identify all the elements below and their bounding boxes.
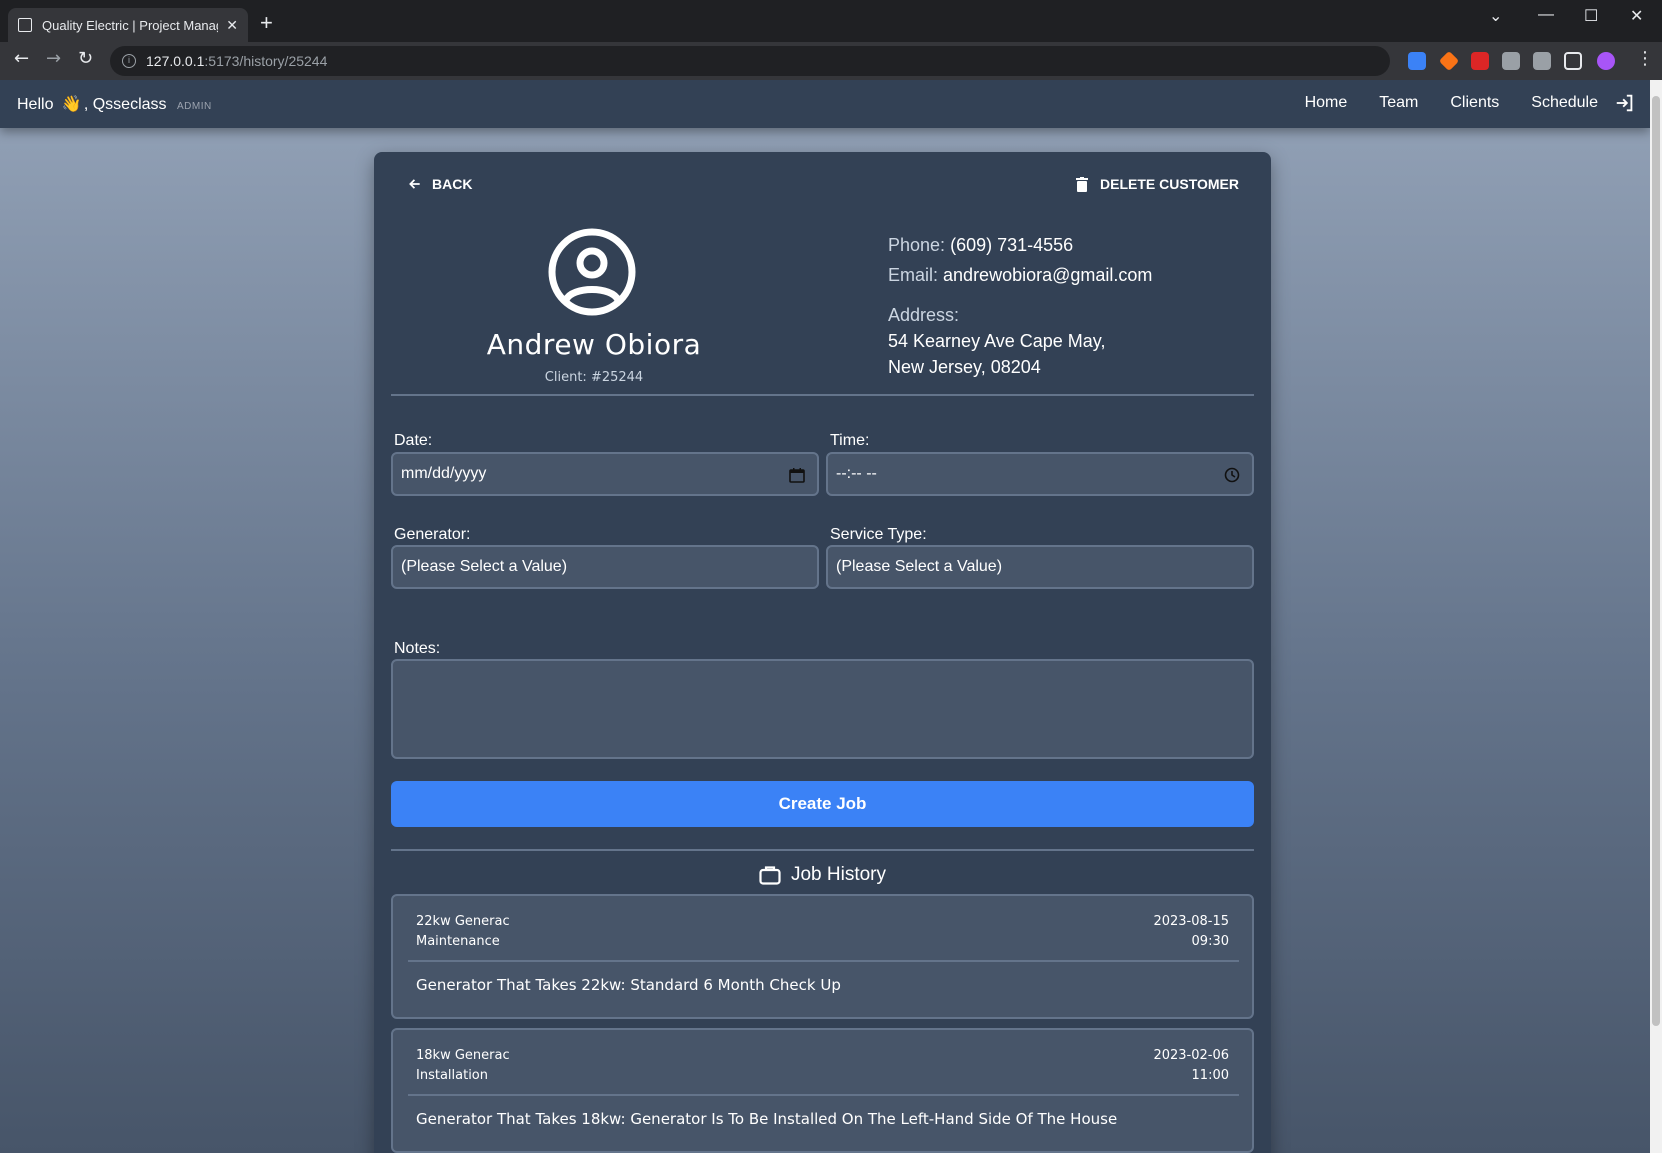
tab-favicon-icon bbox=[18, 18, 32, 32]
service-type-selected-value: (Please Select a Value) bbox=[836, 558, 1003, 575]
section-divider bbox=[391, 394, 1254, 396]
logout-icon[interactable] bbox=[1614, 92, 1636, 114]
window-maximize-button[interactable]: ☐ bbox=[1584, 6, 1598, 26]
puzzle-icon[interactable] bbox=[1502, 52, 1520, 70]
forward-arrow-icon[interactable]: → bbox=[46, 50, 61, 68]
page-scrollbar[interactable] bbox=[1650, 80, 1662, 1153]
email-row: Email: andrewobiora@gmail.com bbox=[888, 262, 1152, 288]
nav-team[interactable]: Team bbox=[1379, 94, 1418, 112]
job-time: 11:00 bbox=[1191, 1068, 1229, 1083]
reload-icon[interactable]: ↻ bbox=[78, 50, 93, 68]
time-placeholder: --:-- -- bbox=[836, 465, 877, 482]
job-service-type: Maintenance bbox=[416, 934, 500, 949]
email-value: andrewobiora@gmail.com bbox=[943, 265, 1153, 285]
greeting-text: Hello bbox=[17, 96, 54, 113]
notes-label: Notes: bbox=[394, 640, 441, 657]
extension-icon[interactable] bbox=[1438, 50, 1460, 72]
phone-label: Phone: bbox=[888, 235, 946, 255]
tab-search-icon[interactable]: ⌄ bbox=[1489, 6, 1502, 26]
address-line-2: New Jersey, 08204 bbox=[888, 357, 1041, 377]
job-service-type: Installation bbox=[416, 1068, 489, 1083]
username: , Qsseclass bbox=[83, 96, 167, 113]
phone-value: (609) 731-4556 bbox=[950, 235, 1074, 255]
job-description: Generator That Takes 22kw: Standard 6 Mo… bbox=[416, 976, 841, 994]
job-date: 2023-08-15 bbox=[1153, 914, 1229, 929]
customer-name: Andrew Obiora bbox=[486, 328, 702, 361]
back-arrow-icon[interactable]: ← bbox=[14, 50, 29, 68]
site-info-icon[interactable]: i bbox=[122, 54, 136, 68]
job-history-item[interactable]: 22kw Generac Maintenance 2023-08-15 09:3… bbox=[391, 894, 1254, 1019]
extension-icon[interactable] bbox=[1471, 52, 1489, 70]
generator-select[interactable]: (Please Select a Value) bbox=[391, 545, 819, 589]
service-type-select[interactable]: (Please Select a Value) bbox=[826, 545, 1254, 589]
window-minimize-button[interactable]: — bbox=[1538, 6, 1554, 24]
address-line-1: 54 Kearney Ave Cape May, bbox=[888, 331, 1106, 351]
calendar-icon[interactable] bbox=[789, 467, 805, 483]
wave-icon: 👋 bbox=[61, 96, 82, 113]
extension-icon[interactable] bbox=[1408, 52, 1426, 70]
user-avatar-icon bbox=[548, 228, 636, 316]
time-input[interactable]: --:-- -- bbox=[826, 452, 1254, 496]
role-badge: ADMIN bbox=[176, 101, 212, 112]
job-description: Generator That Takes 18kw: Generator Is … bbox=[416, 1110, 1118, 1128]
generator-selected-value: (Please Select a Value) bbox=[401, 558, 568, 575]
job-history-heading: Job History bbox=[374, 864, 1271, 886]
create-job-button[interactable]: Create Job bbox=[391, 781, 1254, 827]
greeting: Hello 👋, Qsseclass ADMIN bbox=[17, 94, 212, 114]
url-host: 127.0.0.1 bbox=[146, 53, 205, 69]
nav-home[interactable]: Home bbox=[1305, 94, 1348, 112]
delete-customer-label: DELETE CUSTOMER bbox=[1100, 176, 1239, 192]
new-tab-button[interactable]: + bbox=[260, 12, 273, 34]
address-bar[interactable]: i 127.0.0.1 :5173/history/25244 bbox=[110, 46, 1390, 76]
job-date: 2023-02-06 bbox=[1153, 1048, 1229, 1063]
job-generator: 22kw Generac bbox=[416, 914, 510, 929]
nav-schedule[interactable]: Schedule bbox=[1531, 94, 1598, 112]
address-label: Address: bbox=[888, 305, 960, 325]
client-id: Client: #25244 bbox=[544, 370, 644, 385]
trash-icon bbox=[1076, 176, 1089, 192]
section-divider bbox=[391, 849, 1254, 851]
time-label: Time: bbox=[830, 432, 870, 449]
contact-info: Phone: (609) 731-4556 Email: andrewobior… bbox=[888, 232, 1152, 380]
service-type-label: Service Type: bbox=[830, 526, 927, 543]
delete-customer-button[interactable]: DELETE CUSTOMER bbox=[1076, 176, 1239, 192]
clock-icon[interactable] bbox=[1224, 467, 1240, 483]
profile-avatar[interactable] bbox=[1597, 52, 1615, 70]
job-divider bbox=[408, 960, 1239, 962]
browser-tab-strip: Quality Electric | Project Manager ✕ + ⌄… bbox=[0, 0, 1662, 42]
date-placeholder: mm/dd/yyyy bbox=[401, 465, 487, 482]
date-input[interactable]: mm/dd/yyyy bbox=[391, 452, 819, 496]
nav-links: Home Team Clients Schedule bbox=[1305, 94, 1598, 112]
reading-list-icon[interactable] bbox=[1533, 52, 1551, 70]
notes-textarea[interactable] bbox=[391, 659, 1254, 759]
date-label: Date: bbox=[394, 432, 433, 449]
scrollbar-thumb[interactable] bbox=[1652, 96, 1660, 1026]
generator-label: Generator: bbox=[394, 526, 471, 543]
tab-title: Quality Electric | Project Manager bbox=[42, 17, 219, 33]
top-navbar: Hello 👋, Qsseclass ADMIN Home Team Clien… bbox=[0, 80, 1650, 128]
browser-menu-icon[interactable]: ⋮ bbox=[1636, 50, 1654, 68]
job-history-title: Job History bbox=[790, 864, 887, 885]
job-generator: 18kw Generac bbox=[416, 1048, 510, 1063]
browser-tab[interactable]: Quality Electric | Project Manager ✕ bbox=[8, 8, 248, 42]
phone-row: Phone: (609) 731-4556 bbox=[888, 232, 1152, 258]
arrow-left-icon bbox=[409, 179, 420, 189]
side-panel-icon[interactable] bbox=[1564, 52, 1582, 70]
back-label: BACK bbox=[432, 176, 473, 192]
back-button[interactable]: BACK bbox=[408, 176, 472, 192]
job-time: 09:30 bbox=[1191, 934, 1229, 949]
job-divider bbox=[408, 1094, 1239, 1096]
job-history-item[interactable]: 18kw Generac Installation 2023-02-06 11:… bbox=[391, 1028, 1254, 1153]
app-viewport: Hello 👋, Qsseclass ADMIN Home Team Clien… bbox=[0, 80, 1650, 1153]
tab-close-icon[interactable]: ✕ bbox=[226, 17, 238, 34]
nav-clients[interactable]: Clients bbox=[1450, 94, 1499, 112]
customer-card: BACK DELETE CUSTOMER Andrew Obiora Clien… bbox=[374, 152, 1271, 1153]
briefcase-icon bbox=[759, 866, 781, 885]
url-path: :5173/history/25244 bbox=[204, 53, 328, 69]
browser-toolbar: ← → ↻ i 127.0.0.1 :5173/history/25244 ⋮ bbox=[0, 42, 1662, 80]
email-label: Email: bbox=[888, 265, 939, 285]
window-close-button[interactable]: ✕ bbox=[1630, 6, 1643, 26]
